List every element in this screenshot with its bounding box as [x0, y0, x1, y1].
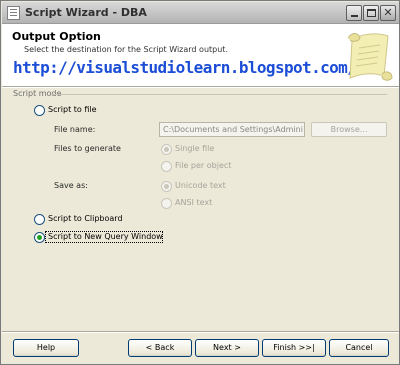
file-name-label: File name:: [54, 125, 96, 134]
script-wizard-window: Script Wizard - DBA ✕ Output Option Sele…: [0, 0, 400, 365]
minimize-icon: [351, 15, 358, 17]
files-to-generate-label: Files to generate: [54, 144, 121, 153]
ansi-text-label[interactable]: ANSI text: [175, 198, 212, 207]
next-button[interactable]: Next >: [195, 339, 259, 357]
close-icon: ✕: [383, 6, 393, 19]
file-name-field[interactable]: C:\Documents and Settings\Admini: [159, 122, 305, 137]
header-divider: [2, 86, 399, 88]
minimize-button[interactable]: [346, 5, 362, 21]
script-to-clipboard-label[interactable]: Script to Clipboard: [48, 214, 123, 223]
title-bar[interactable]: Script Wizard - DBA ✕: [2, 2, 399, 24]
script-document-icon: [7, 6, 20, 20]
group-separator: [51, 94, 387, 95]
script-scroll-icon: [347, 33, 393, 81]
cancel-button[interactable]: Cancel: [329, 339, 389, 357]
page-title: Output Option: [12, 30, 101, 43]
single-file-label[interactable]: Single file: [175, 144, 214, 153]
help-button[interactable]: Help: [13, 339, 79, 357]
footer-divider: [2, 331, 399, 333]
single-file-radio[interactable]: [161, 144, 172, 155]
unicode-text-label[interactable]: Unicode text: [175, 181, 226, 190]
script-to-new-query-window-radio[interactable]: [34, 232, 45, 243]
maximize-button[interactable]: [363, 5, 379, 21]
file-per-object-radio[interactable]: [161, 161, 172, 172]
window-title: Script Wizard - DBA: [25, 6, 147, 19]
maximize-icon: [367, 9, 376, 17]
wizard-header: Output Option Select the destination for…: [2, 24, 399, 86]
browse-button[interactable]: Browse...: [311, 122, 387, 137]
close-button[interactable]: ✕: [380, 5, 396, 21]
page-subtitle: Select the destination for the Script Wi…: [24, 45, 228, 54]
save-as-label: Save as:: [54, 181, 88, 190]
finish-button[interactable]: Finish >>|: [262, 339, 326, 357]
script-to-clipboard-radio[interactable]: [34, 214, 45, 225]
back-button[interactable]: < Back: [128, 339, 192, 357]
ansi-text-radio[interactable]: [161, 198, 172, 209]
script-to-file-label[interactable]: Script to file: [48, 105, 97, 114]
script-to-file-radio[interactable]: [34, 105, 45, 116]
watermark-url: http://visualstudiolearn.blogspot.com/: [13, 58, 357, 77]
unicode-text-radio[interactable]: [161, 181, 172, 192]
file-per-object-label[interactable]: File per object: [175, 161, 231, 170]
script-to-new-query-window-label[interactable]: Script to New Query Window: [48, 232, 163, 241]
